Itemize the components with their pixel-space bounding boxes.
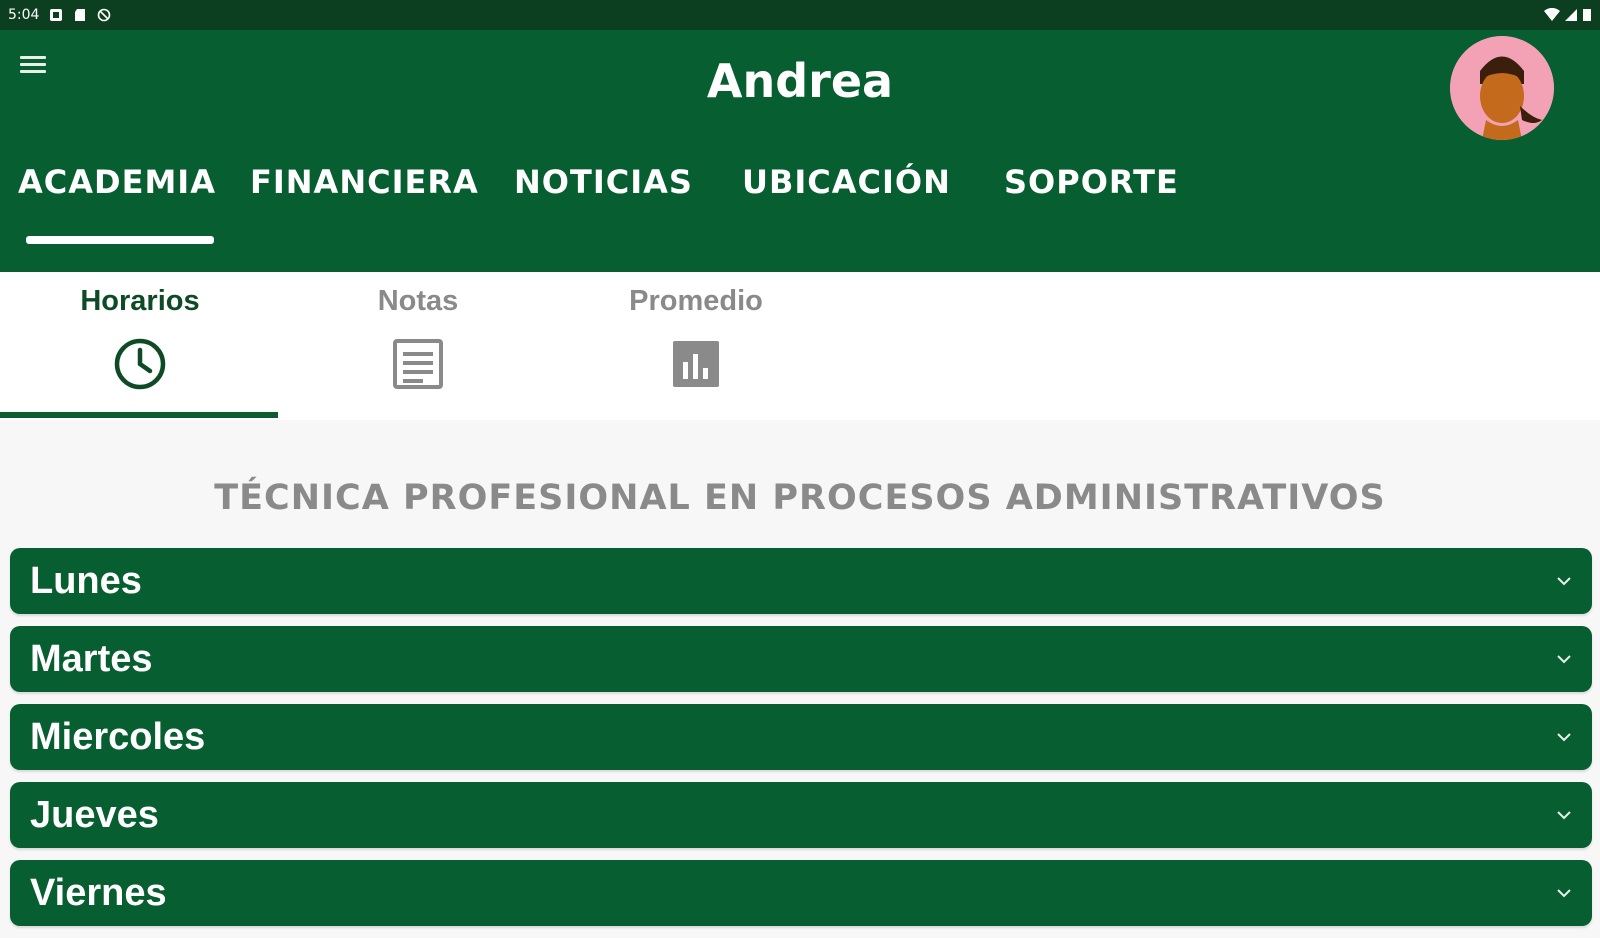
signal-icon <box>1565 9 1577 21</box>
subtab-notas[interactable]: Notas <box>278 272 558 420</box>
chevron-down-icon <box>1557 655 1571 664</box>
sd-card-icon <box>75 9 86 21</box>
page-title: Andrea <box>706 54 894 108</box>
active-tab-indicator <box>26 236 214 244</box>
day-row-lunes[interactable]: Lunes <box>10 548 1592 614</box>
subtab-notas-label: Notas <box>377 285 459 317</box>
day-label: Jueves <box>30 793 159 836</box>
clock-icon <box>114 338 166 390</box>
bar-chart-icon <box>673 341 719 387</box>
subtab-horarios-label: Horarios <box>80 285 200 317</box>
app-bar: Andrea <box>0 30 1600 158</box>
day-label: Martes <box>30 637 153 680</box>
tab-noticias[interactable]: NOTICIAS <box>514 163 693 201</box>
tab-financiera[interactable]: FINANCIERA <box>250 163 479 201</box>
day-row-miercoles[interactable]: Miercoles <box>10 704 1592 770</box>
tab-soporte[interactable]: SOPORTE <box>1004 163 1179 201</box>
chevron-down-icon <box>1557 811 1571 820</box>
main-tab-bar: ACADEMIA FINANCIERA NOTICIAS UBICACIÓN S… <box>0 158 1600 272</box>
schedule-day-list: Lunes Martes Miercoles Jueves Viernes <box>10 548 1592 938</box>
user-avatar-icon <box>1450 36 1554 140</box>
day-label: Miercoles <box>30 715 206 758</box>
subtab-promedio[interactable]: Promedio <box>556 272 836 420</box>
subtab-horarios[interactable]: Horarios <box>0 272 280 420</box>
chevron-down-icon <box>1557 889 1571 898</box>
blocked-icon <box>98 8 111 22</box>
status-right <box>1544 8 1592 22</box>
tab-academia[interactable]: ACADEMIA <box>18 163 216 201</box>
battery-icon <box>1583 9 1591 21</box>
program-title: TÉCNICA PROFESIONAL EN PROCESOS ADMINIST… <box>214 478 1386 518</box>
sub-tab-bar: Horarios Notas Promedio <box>0 272 1600 420</box>
day-label: Lunes <box>30 559 142 602</box>
status-bar: 5:04 <box>0 0 1600 30</box>
notification-icon <box>50 9 63 21</box>
status-left: 5:04 <box>8 7 111 23</box>
status-time: 5:04 <box>8 7 40 23</box>
document-icon <box>393 339 443 389</box>
day-row-viernes[interactable]: Viernes <box>10 860 1592 926</box>
day-row-jueves[interactable]: Jueves <box>10 782 1592 848</box>
tab-ubicacion[interactable]: UBICACIÓN <box>742 163 951 201</box>
avatar[interactable] <box>1450 36 1554 140</box>
active-subtab-indicator <box>0 412 278 418</box>
day-label: Viernes <box>30 871 167 914</box>
chevron-down-icon <box>1557 733 1571 742</box>
chevron-down-icon <box>1557 577 1571 586</box>
subtab-promedio-label: Promedio <box>629 285 763 317</box>
wifi-icon <box>1544 8 1560 21</box>
day-row-martes[interactable]: Martes <box>10 626 1592 692</box>
